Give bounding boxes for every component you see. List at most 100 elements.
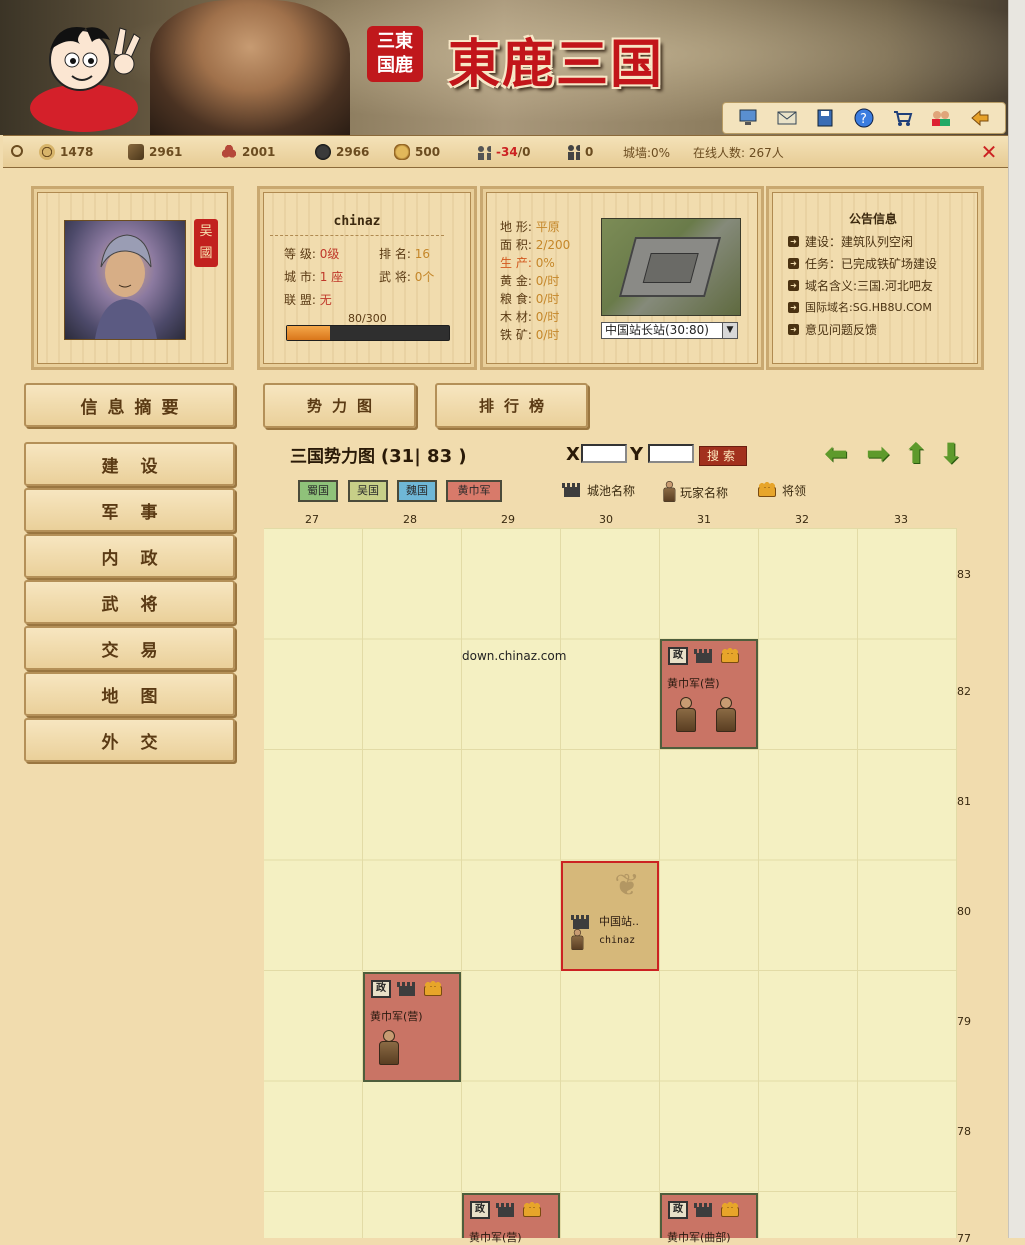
close-icon[interactable]: ✕ (979, 142, 999, 162)
food-icon (394, 144, 410, 160)
level-value: 0级 (319, 247, 340, 261)
tab-ranking[interactable]: 排行榜 (435, 383, 588, 428)
notice-text: 国际域名:SG.HB8U.COM (805, 301, 932, 314)
map-tile-yellow-turban[interactable]: 政 黄巾军(营) (660, 639, 758, 749)
menu-interior-button[interactable]: 内政 (24, 534, 235, 578)
menu-military-button[interactable]: 军事 (24, 488, 235, 532)
food-value: 500 (415, 145, 441, 159)
notice-item[interactable]: ➜ 建设：建筑队列空闲 (788, 233, 913, 250)
notice-item[interactable]: ➜ 任务：已完成铁矿场建设 (788, 255, 937, 272)
tile-icons: 政 (668, 1201, 740, 1219)
city-icon (694, 647, 714, 665)
coin-icon (39, 144, 55, 160)
general-count-row: 武 将: 0个 (379, 268, 434, 285)
monitor-icon[interactable] (737, 107, 759, 129)
x-coordinate-input[interactable] (581, 444, 627, 463)
menu-summary-button[interactable]: 信息摘要 (24, 383, 235, 427)
timber-label: 木 材: (500, 310, 532, 324)
government-icon: 政 (371, 980, 391, 998)
tile-icons: 政 (470, 1201, 542, 1219)
notice-text: 任务：已完成铁矿场建设 (805, 257, 938, 271)
area-row: 面 积: 2/200 (500, 236, 570, 253)
map-tile-yellow-turban[interactable]: 政 黄巾军(营) (462, 1193, 560, 1244)
tab-power-map[interactable]: 势力图 (263, 383, 416, 428)
troops-icon (568, 145, 580, 160)
menu-generals-button[interactable]: 武将 (24, 580, 235, 624)
bullet-arrow-icon: ➜ (788, 324, 799, 335)
legend-city: 城池名称 (562, 481, 635, 499)
exp-text: 80/300 (348, 312, 387, 325)
city-select[interactable]: 中国站长站(30:80) ▼ (601, 322, 738, 339)
arrow-up-icon[interactable]: ⬆ (901, 440, 931, 468)
population-icon (478, 146, 491, 160)
notice-text: 域名含义:三国.河北吧友 (805, 279, 933, 293)
government-icon: 政 (668, 1201, 688, 1219)
city-count-value: 1 座 (319, 270, 344, 284)
watermark-text: down.chinaz.com (462, 649, 567, 663)
population-used: -34 (496, 145, 518, 159)
iron-label: 铁 矿: (500, 328, 532, 342)
menu-map-button[interactable]: 地图 (24, 672, 235, 716)
chevron-down-icon[interactable]: ▼ (722, 323, 737, 338)
wood-icon (128, 144, 144, 160)
logo-seal: 三東 国鹿 (367, 26, 423, 82)
copper-resource: 1478 (39, 144, 93, 160)
timber-row: 木 材: 0/时 (500, 308, 559, 325)
production-row: 生 产: 0% (500, 254, 555, 271)
legend-general-label: 将领 (782, 483, 807, 498)
city-select-value: 中国站长站(30:80) (605, 323, 709, 337)
row-label: 78 (957, 1125, 971, 1138)
menu-trade-button[interactable]: 交易 (24, 626, 235, 670)
tile-name: 黄巾军(营) (469, 1231, 522, 1244)
notice-item[interactable]: ➜ 域名含义:三国.河北吧友 (788, 277, 933, 294)
home-city-name: 中国站.. (599, 915, 639, 928)
castle-keep-icon (642, 253, 699, 283)
mail-icon[interactable] (776, 107, 798, 129)
save-icon[interactable] (814, 107, 836, 129)
column-label: 33 (894, 513, 908, 526)
row-label: 77 (957, 1232, 971, 1245)
search-button[interactable]: 搜索 (699, 446, 747, 466)
copper-value: 1478 (60, 145, 94, 159)
exit-icon[interactable] (969, 107, 991, 129)
arrow-right-icon[interactable]: ➡ (863, 440, 893, 468)
menu-build-button[interactable]: 建设 (24, 442, 235, 486)
production-value: 0% (535, 256, 555, 270)
faction-wu-button[interactable]: 吴国 (348, 480, 388, 502)
crown-icon (757, 481, 777, 499)
row-label: 83 (957, 568, 971, 581)
help-icon[interactable]: ? (853, 107, 875, 129)
exp-progress-fill (287, 326, 331, 340)
rank-label: 排 名: (379, 247, 411, 261)
food-resource: 500 (394, 144, 440, 160)
row-label: 80 (957, 905, 971, 918)
faction-wei-button[interactable]: 魏国 (397, 480, 437, 502)
faction-shu-button[interactable]: 蜀国 (298, 480, 338, 502)
map-title: 三国势力图 (31| 83 ) (290, 442, 467, 467)
wall-status: 城墙:0% (623, 146, 671, 160)
map-tile-yellow-turban[interactable]: 政 黄巾军(曲部) (660, 1193, 758, 1244)
notice-item[interactable]: ➜ 意见问题反馈 (788, 321, 877, 338)
map-tile-home-city[interactable]: ❦ 中国站.. chinaz (561, 861, 659, 971)
level-row: 等 级: 0级 (284, 245, 339, 262)
page-scrollbar[interactable] (1008, 0, 1025, 1238)
map-tile-yellow-turban[interactable]: 政 黄巾军(营) (363, 972, 461, 1082)
wood-resource: 2961 (128, 144, 182, 160)
faction-yellow-turban-button[interactable]: 黄巾军 (446, 480, 502, 502)
y-coordinate-input[interactable] (648, 444, 694, 463)
notice-item[interactable]: ➜ 国际域名:SG.HB8U.COM (788, 299, 932, 315)
troops-resource: 0 (564, 144, 593, 160)
shop-cart-icon[interactable] (892, 107, 914, 129)
x-label: X (566, 444, 580, 465)
population-resource: -34/0 (475, 144, 530, 160)
general-count-label: 武 将: (379, 270, 411, 284)
tile-icons: 政 (371, 980, 443, 998)
arrow-down-icon[interactable]: ⬇ (936, 440, 966, 468)
menu-diplomacy-button[interactable]: 外交 (24, 718, 235, 762)
friends-icon[interactable] (930, 107, 952, 129)
arrow-left-icon[interactable]: ⬅ (821, 440, 851, 468)
rank-row: 排 名: 16 (379, 245, 430, 262)
alliance-value: 无 (319, 293, 332, 307)
soldier-icon (375, 1030, 401, 1066)
alliance-row: 联 盟: 无 (284, 291, 332, 308)
